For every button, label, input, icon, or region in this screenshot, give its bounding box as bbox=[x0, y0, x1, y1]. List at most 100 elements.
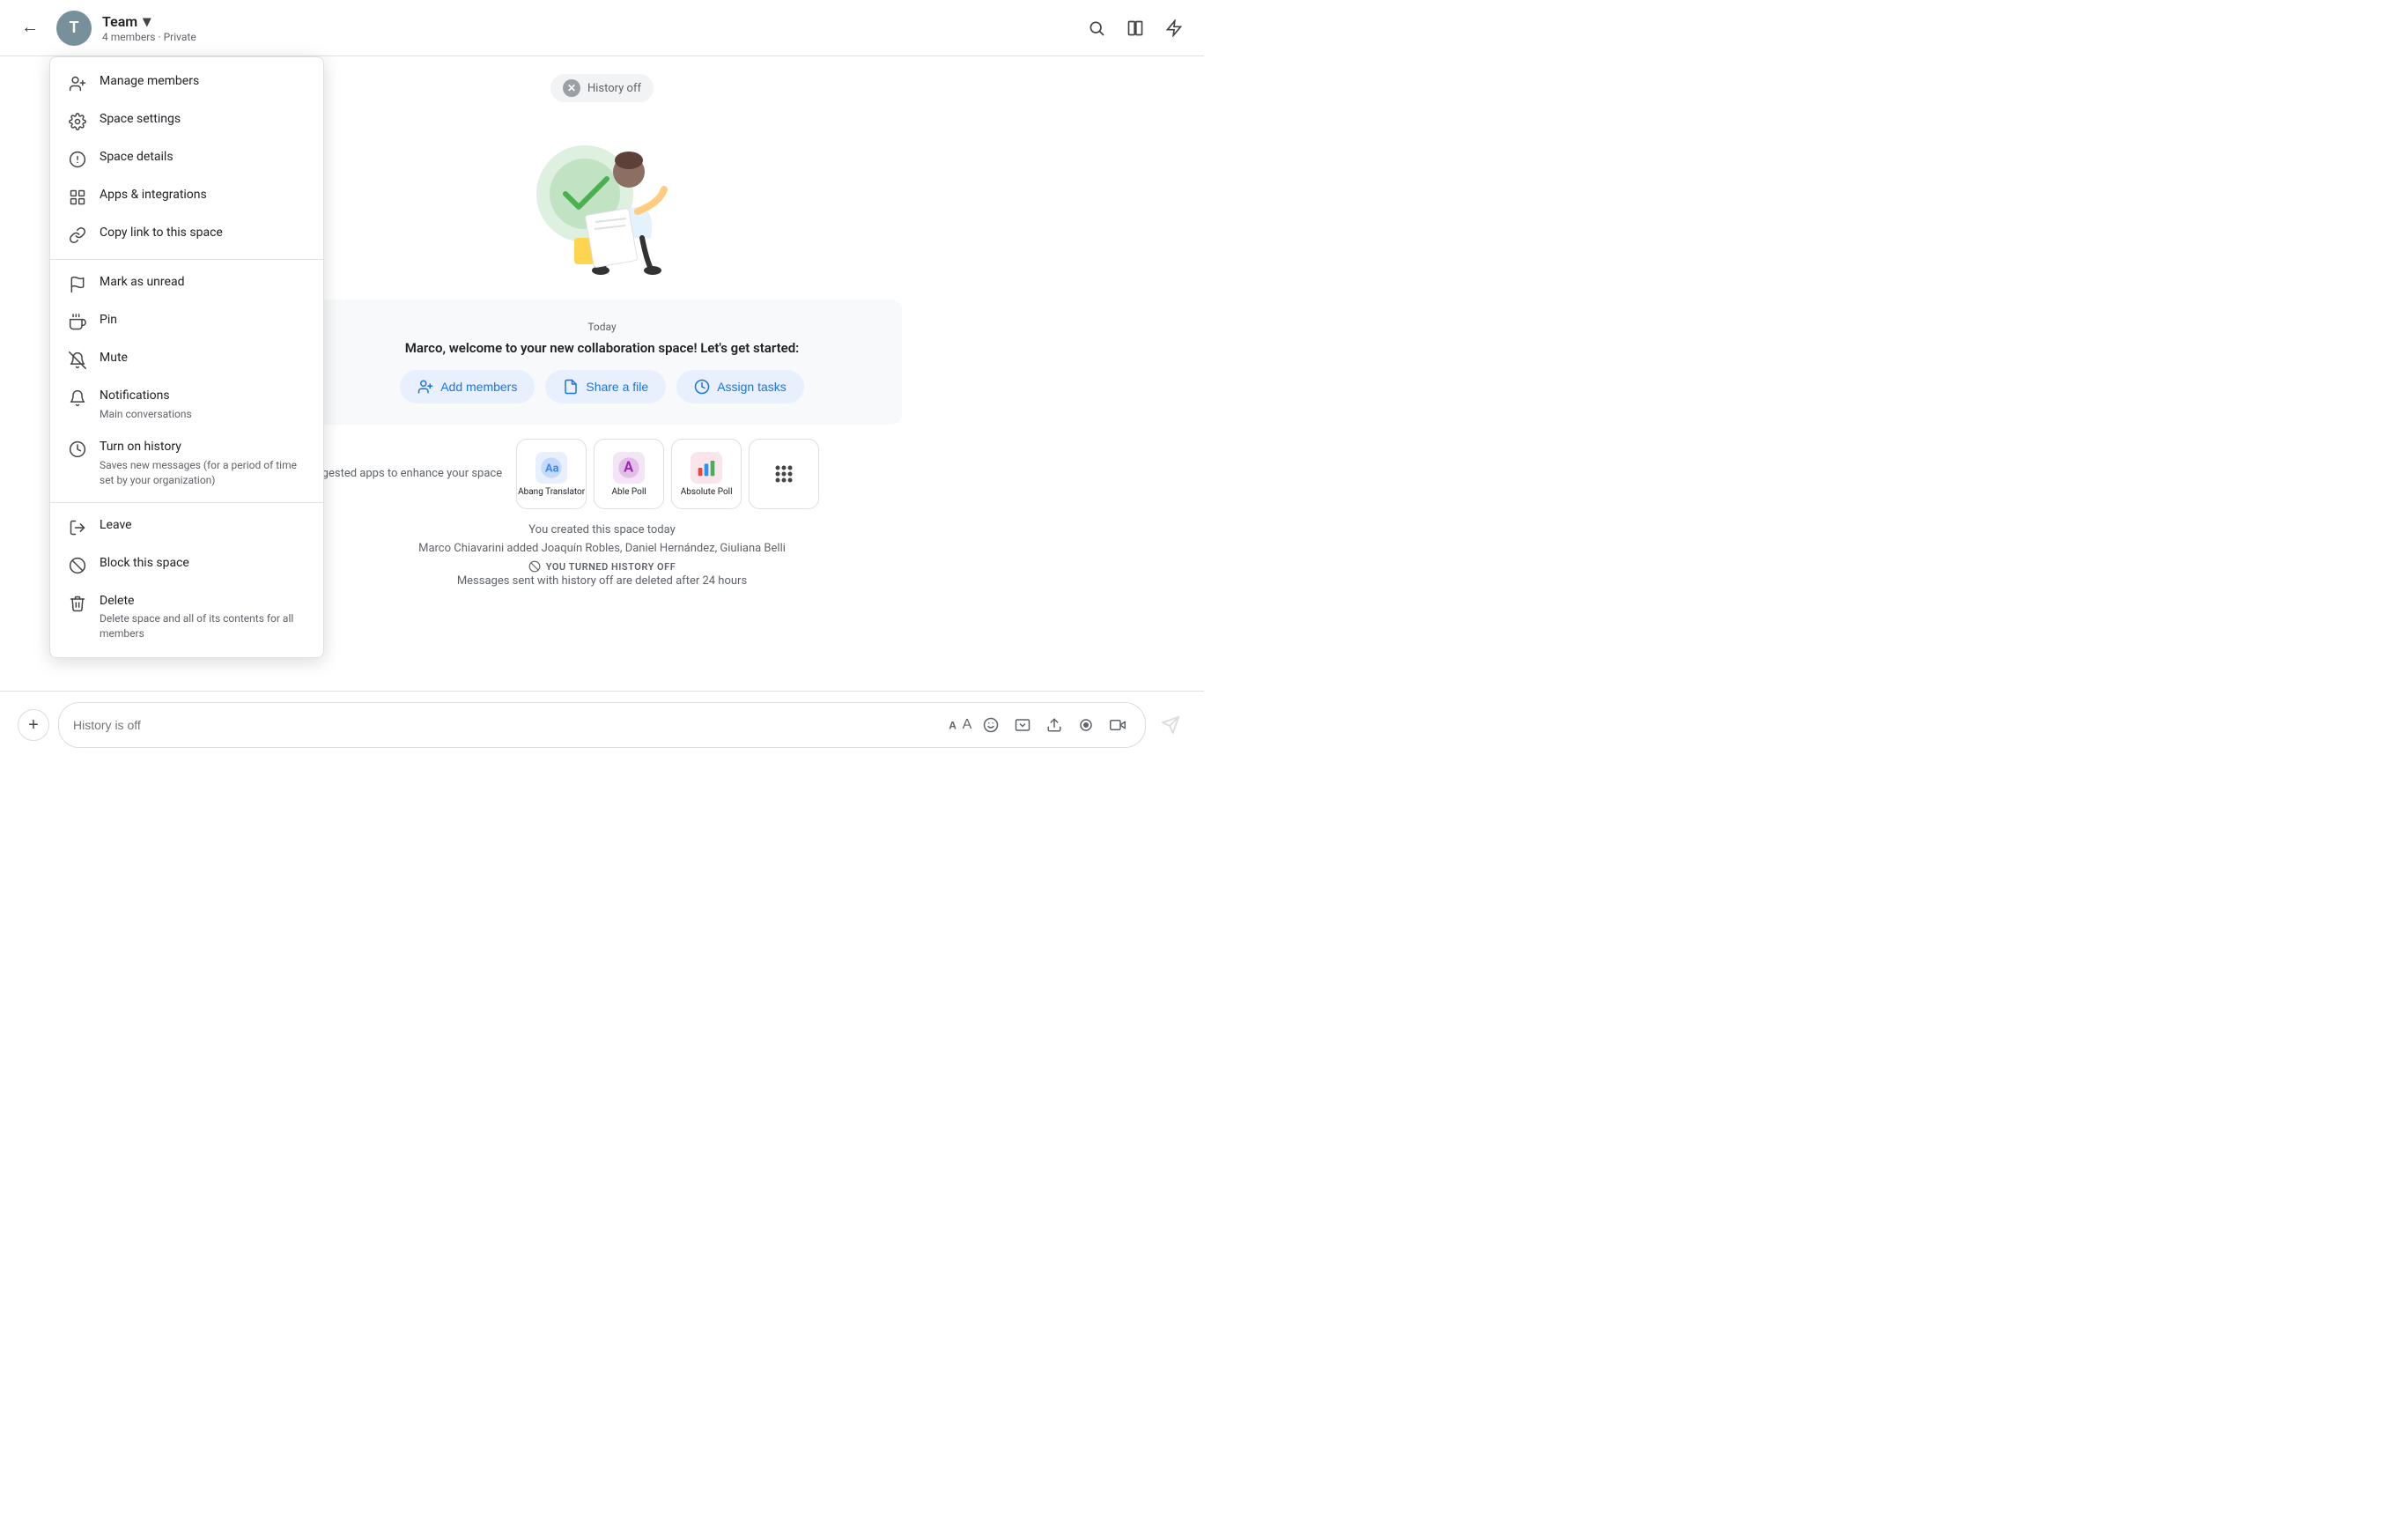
video-button[interactable] bbox=[1104, 712, 1131, 738]
menu-item-label: Delete bbox=[100, 593, 306, 610]
suggested-label: Suggested apps to enhance your space bbox=[303, 466, 503, 482]
menu-item-mute[interactable]: Mute bbox=[50, 341, 323, 379]
more-options-button[interactable] bbox=[1158, 12, 1190, 44]
menu-item-notifications[interactable]: Notifications Main conversations bbox=[50, 379, 323, 430]
suggested-apps-section: Suggested apps to enhance your space Aa … bbox=[303, 439, 902, 509]
menu-item-label: Pin bbox=[100, 312, 117, 329]
format-text-button[interactable]: A A bbox=[946, 712, 972, 738]
menu-item-text: Space details bbox=[100, 149, 174, 166]
menu-item-text: Delete Delete space and all of its conte… bbox=[100, 593, 306, 641]
menu-divider bbox=[50, 259, 323, 260]
menu-item-label: Apps & integrations bbox=[100, 187, 207, 204]
delete-icon bbox=[68, 594, 87, 613]
today-label: Today bbox=[331, 321, 874, 333]
record-button[interactable] bbox=[1073, 712, 1099, 738]
app-cards: Aa Abang Translator A Able bbox=[516, 439, 819, 509]
mention-icon bbox=[1015, 717, 1030, 733]
menu-item-pin[interactable]: Pin bbox=[50, 303, 323, 341]
menu-item-copy-link[interactable]: Copy link to this space bbox=[50, 216, 323, 254]
app-card-able-poll[interactable]: A Able Poll bbox=[594, 439, 664, 509]
emoji-icon bbox=[983, 717, 999, 733]
app-name: Absolute Poll bbox=[681, 487, 733, 497]
activity-members-added: Marco Chiavarini added Joaquín Robles, D… bbox=[418, 542, 786, 555]
history-x-icon: ✕ bbox=[563, 79, 580, 97]
menu-item-space-details[interactable]: Space details bbox=[50, 140, 323, 178]
history-off-badge: ✕ History off bbox=[550, 74, 654, 102]
menu-item-label: Space details bbox=[100, 149, 174, 166]
app-card-absolute-poll[interactable]: Absolute Poll bbox=[671, 439, 742, 509]
share-file-icon bbox=[563, 379, 579, 395]
absolute-poll-icon bbox=[691, 452, 722, 484]
mute-icon bbox=[68, 351, 87, 370]
apps-integrations-icon bbox=[68, 188, 87, 207]
more-apps-button[interactable] bbox=[749, 439, 819, 509]
add-members-button[interactable]: Add members bbox=[400, 370, 535, 403]
menu-item-leave[interactable]: Leave bbox=[50, 508, 323, 546]
mark-unread-icon bbox=[68, 275, 87, 294]
menu-item-label: Leave bbox=[100, 517, 132, 535]
menu-item-text: Mark as unread bbox=[100, 274, 184, 292]
svg-text:A: A bbox=[949, 720, 957, 732]
split-view-button[interactable] bbox=[1119, 12, 1151, 44]
emoji-button[interactable] bbox=[978, 712, 1004, 738]
search-button[interactable] bbox=[1081, 12, 1112, 44]
input-actions: A A bbox=[946, 712, 1131, 738]
menu-item-text: Space settings bbox=[100, 111, 181, 129]
message-input-wrap: A A bbox=[58, 702, 1146, 748]
notifications-icon bbox=[68, 388, 87, 408]
block-icon bbox=[68, 556, 87, 575]
menu-item-block-space[interactable]: Block this space bbox=[50, 546, 323, 584]
able-poll-icon: A bbox=[613, 452, 645, 484]
manage-members-icon bbox=[68, 74, 87, 93]
upload-button[interactable] bbox=[1041, 712, 1067, 738]
menu-item-manage-members[interactable]: Manage members bbox=[50, 64, 323, 102]
menu-item-sublabel: Main conversations bbox=[100, 407, 192, 422]
space-name-button[interactable]: Team ▾ bbox=[102, 12, 196, 31]
menu-item-text: Manage members bbox=[100, 73, 199, 91]
app-name: Able Poll bbox=[612, 487, 646, 497]
menu-item-label: Mute bbox=[100, 350, 128, 367]
menu-item-text: Apps & integrations bbox=[100, 187, 207, 204]
menu-item-text: Pin bbox=[100, 312, 117, 329]
back-button[interactable]: ← bbox=[14, 12, 46, 44]
chevron-down-icon: ▾ bbox=[143, 12, 151, 31]
abang-translator-icon: Aa bbox=[536, 452, 567, 484]
pin-icon bbox=[68, 313, 87, 332]
menu-item-sublabel: Saves new messages (for a period of time… bbox=[100, 458, 306, 488]
split-view-icon bbox=[1126, 19, 1144, 37]
app-card-abang-translator[interactable]: Aa Abang Translator bbox=[516, 439, 587, 509]
history-off-message: YOU TURNED HISTORY OFF Messages sent wit… bbox=[457, 560, 747, 588]
menu-item-label: Notifications bbox=[100, 388, 192, 405]
share-file-button[interactable]: Share a file bbox=[545, 370, 666, 403]
menu-item-apps-integrations[interactable]: Apps & integrations bbox=[50, 178, 323, 216]
menu-item-text: Mute bbox=[100, 350, 128, 367]
menu-item-label: Turn on history bbox=[100, 439, 306, 456]
space-details-icon bbox=[68, 150, 87, 169]
illustration bbox=[514, 123, 691, 282]
activity-section: You created this space today Marco Chiav… bbox=[303, 523, 902, 588]
header-left: ← T Team ▾ 4 members · Private bbox=[14, 11, 196, 46]
assign-tasks-button[interactable]: Assign tasks bbox=[676, 370, 804, 403]
history-icon bbox=[68, 440, 87, 459]
add-members-icon bbox=[417, 379, 433, 395]
send-button[interactable] bbox=[1155, 709, 1186, 741]
menu-item-label: Copy link to this space bbox=[100, 225, 223, 242]
history-off-heading: YOU TURNED HISTORY OFF bbox=[528, 560, 676, 573]
welcome-text: Marco, welcome to your new collaboration… bbox=[331, 340, 874, 356]
menu-item-mark-unread[interactable]: Mark as unread bbox=[50, 265, 323, 303]
action-buttons: Add members Share a file Assign tasks bbox=[331, 370, 874, 403]
menu-item-turn-on-history[interactable]: Turn on history Saves new messages (for … bbox=[50, 430, 323, 496]
space-meta: 4 members · Private bbox=[102, 31, 196, 43]
context-menu: Manage members Space settings Space deta… bbox=[49, 56, 324, 658]
menu-item-label: Manage members bbox=[100, 73, 199, 91]
mention-button[interactable] bbox=[1009, 712, 1036, 738]
menu-item-space-settings[interactable]: Space settings bbox=[50, 102, 323, 140]
menu-item-label: Mark as unread bbox=[100, 274, 184, 292]
menu-item-delete[interactable]: Delete Delete space and all of its conte… bbox=[50, 584, 323, 650]
add-attachment-button[interactable]: + bbox=[18, 709, 49, 741]
message-input[interactable] bbox=[73, 718, 946, 732]
copy-link-icon bbox=[68, 226, 87, 245]
format-text-icon: A bbox=[947, 717, 963, 733]
space-settings-icon bbox=[68, 112, 87, 131]
svg-text:Aa: Aa bbox=[545, 462, 559, 475]
